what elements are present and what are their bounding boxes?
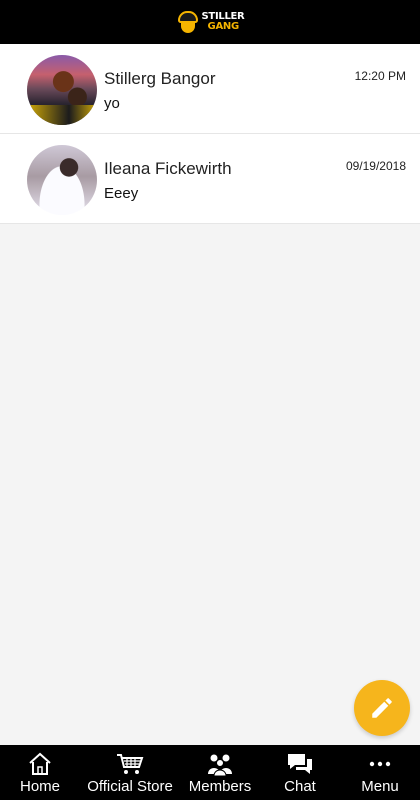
conversation-name: Stillerg Bangor xyxy=(104,69,216,88)
conversation-preview: Eeey xyxy=(104,185,139,202)
nav-official-store[interactable]: Official Store xyxy=(80,745,180,800)
conversation-name: Ileana Fickewirth xyxy=(104,159,232,178)
nav-chat[interactable]: Chat xyxy=(260,745,340,800)
pencil-icon xyxy=(372,698,392,718)
nav-menu[interactable]: Menu xyxy=(340,745,420,800)
chat-icon xyxy=(288,754,312,774)
nav-members-label: Members xyxy=(188,778,252,795)
more-icon xyxy=(369,761,391,767)
bottom-nav: Home Official Store Members Chat Menu xyxy=(0,745,420,800)
compose-button[interactable] xyxy=(354,680,410,736)
nav-menu-label: Menu xyxy=(361,778,399,795)
nav-chat-label: Chat xyxy=(284,778,316,795)
logo-text-bottom: GANG xyxy=(207,21,240,32)
logo-helmet-icon xyxy=(176,9,200,35)
nav-home-label: Home xyxy=(19,778,60,795)
nav-members[interactable]: Members xyxy=(180,745,260,800)
avatar xyxy=(27,55,97,125)
conversation-row[interactable]: Stillerg Bangor yo 12:20 PM xyxy=(0,44,420,134)
conversation-time: 12:20 PM xyxy=(354,69,406,83)
conversation-time: 09/19/2018 xyxy=(345,159,406,173)
home-icon xyxy=(29,752,51,775)
nav-official-store-label: Official Store xyxy=(87,778,173,795)
conversation-preview: yo xyxy=(104,95,120,112)
app-logo: STILLER GANG xyxy=(176,9,245,35)
cart-icon xyxy=(117,754,144,774)
nav-home[interactable]: Home xyxy=(0,745,80,800)
members-icon xyxy=(208,754,232,776)
conversation-row[interactable]: Ileana Fickewirth Eeey 09/19/2018 xyxy=(0,134,420,224)
avatar xyxy=(27,145,97,215)
conversation-list: Stillerg Bangor yo 12:20 PM Ileana Ficke… xyxy=(0,44,420,224)
top-bar: STILLER GANG xyxy=(0,0,420,44)
